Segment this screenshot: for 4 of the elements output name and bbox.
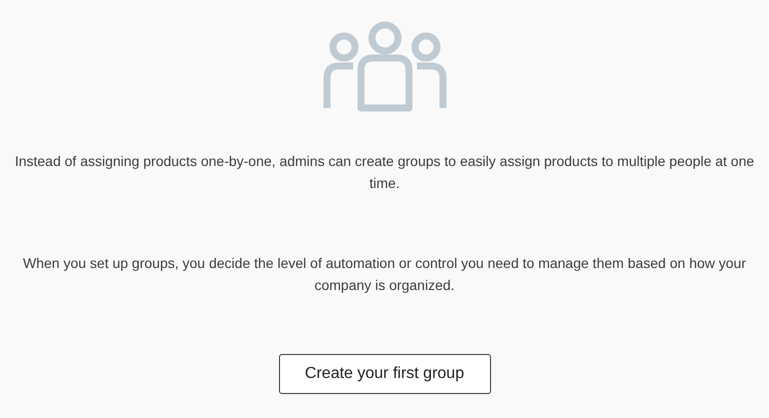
- people-icon: [322, 20, 446, 112]
- description-text: Instead of assigning products one-by-one, admins can create groups to easily assign products to multiple people at one time.: [14, 152, 756, 193]
- create-group-button[interactable]: Create your first group: [278, 354, 490, 394]
- description-text: When you set up groups, you decide the level of automation or control you need to manage them based on how your company is organized.: [22, 254, 747, 295]
